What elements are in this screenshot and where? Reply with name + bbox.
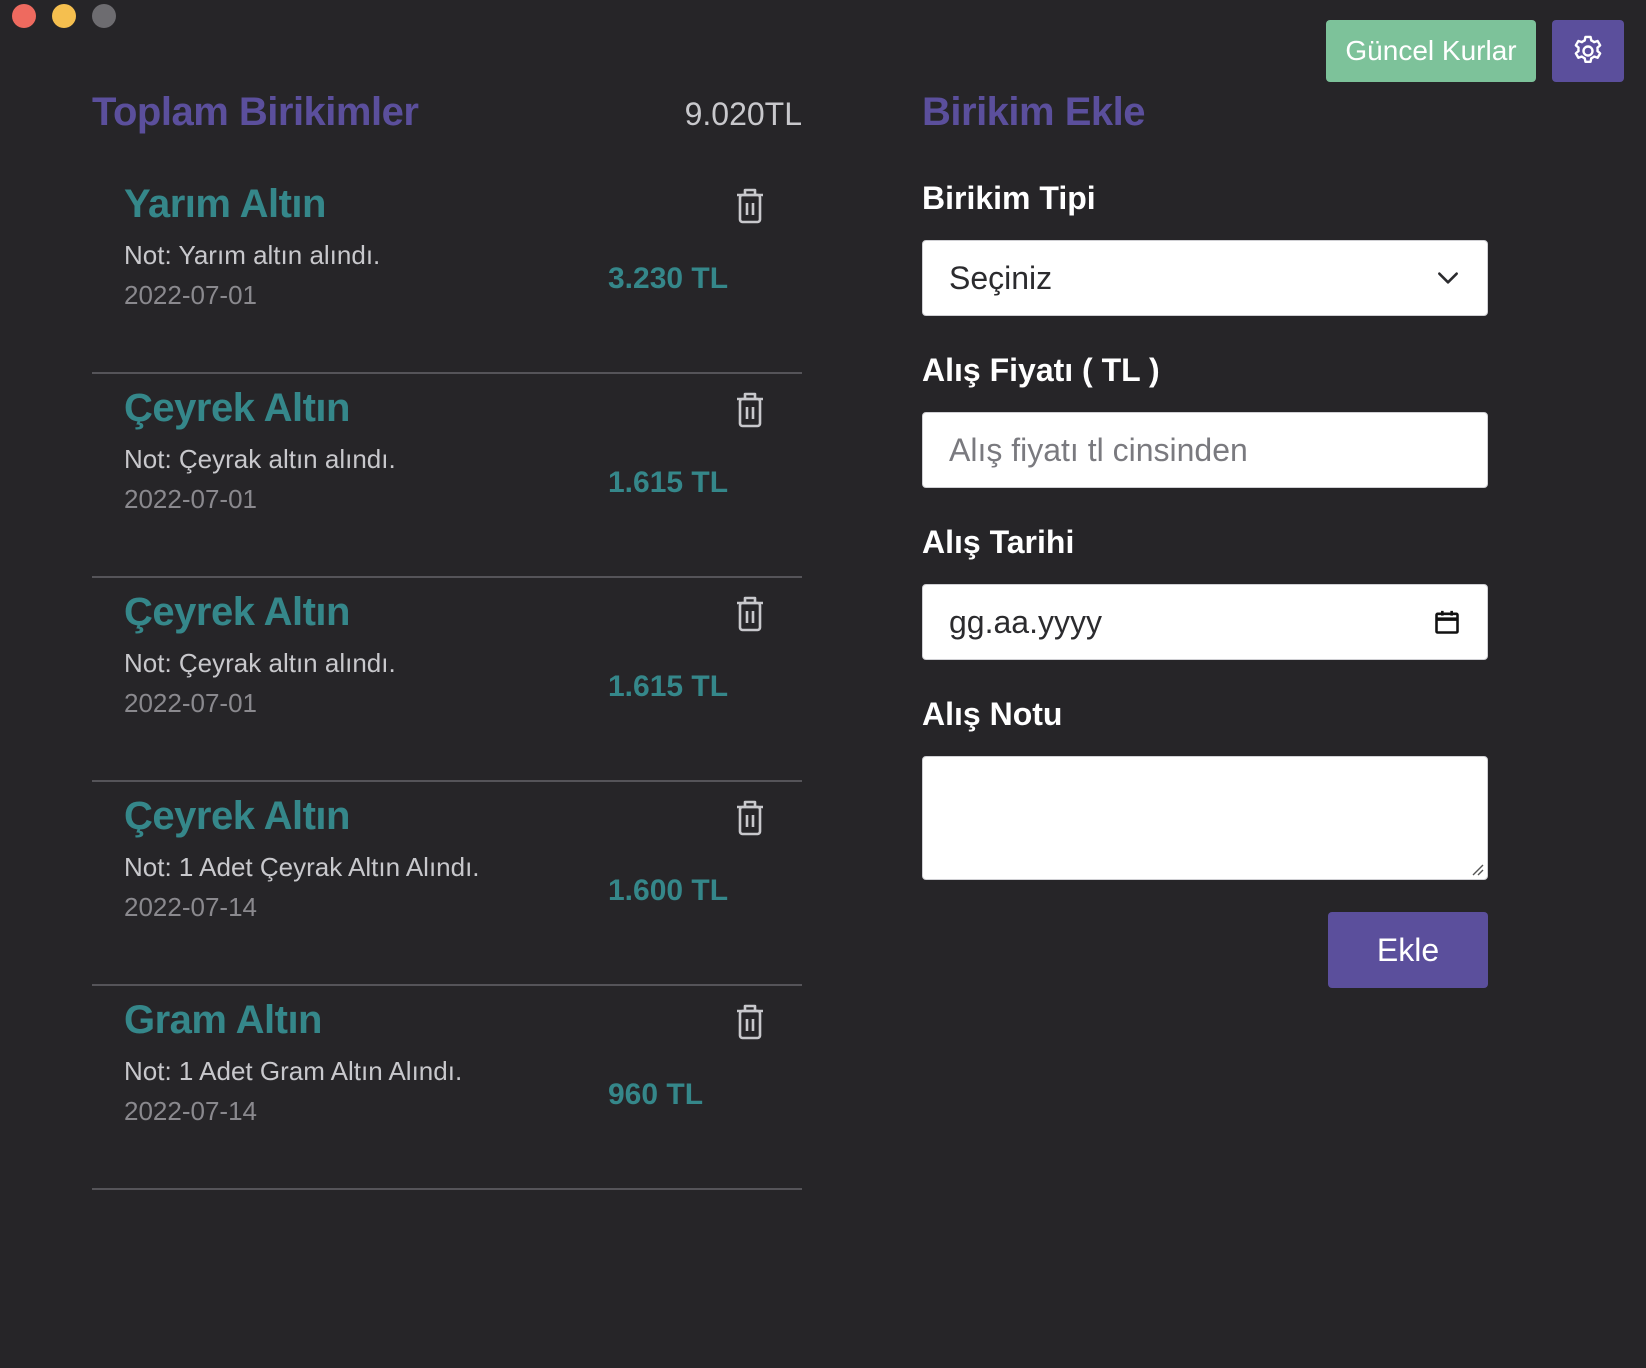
item-date: 2022-07-01 [124, 688, 257, 718]
list-item: Gram Altın Not: 1 Adet Gram Altın Alındı… [92, 986, 802, 1190]
calendar-icon[interactable] [1433, 608, 1461, 636]
resize-handle-icon[interactable] [1470, 862, 1484, 876]
savings-total: 9.020TL [684, 96, 802, 132]
chevron-down-icon [1438, 272, 1458, 284]
savings-title: Toplam Birikimler [92, 90, 419, 134]
current-rates-button[interactable]: Güncel Kurlar [1326, 20, 1536, 82]
date-input[interactable]: gg.aa.yyyy [922, 584, 1488, 660]
note-label: Alış Notu [922, 696, 1063, 732]
item-title: Çeyrek Altın [124, 794, 350, 838]
type-label: Birikim Tipi [922, 180, 1096, 216]
note-textarea[interactable] [922, 756, 1488, 880]
list-item: Çeyrek Altın Not: 1 Adet Çeyrak Altın Al… [92, 782, 802, 986]
price-label: Alış Fiyatı ( TL ) [922, 352, 1160, 388]
maximize-window-button[interactable] [92, 4, 116, 28]
app-window: Güncel Kurlar Toplam Birikimler 9.020TL … [0, 0, 1646, 1368]
delete-button[interactable] [732, 594, 768, 634]
item-amount: 1.600 TL [608, 874, 729, 907]
item-date: 2022-07-01 [124, 280, 257, 310]
trash-icon [737, 800, 763, 836]
trash-icon [737, 392, 763, 428]
type-select[interactable]: Seçiniz [922, 240, 1488, 316]
item-date: 2022-07-14 [124, 1096, 257, 1126]
form-title: Birikim Ekle [922, 90, 1146, 134]
item-amount: 960 TL [608, 1078, 704, 1111]
savings-list: Yarım Altın Not: Yarım altın alındı. 202… [92, 170, 802, 1190]
item-amount: 3.230 TL [608, 262, 729, 295]
item-date: 2022-07-01 [124, 484, 257, 514]
price-placeholder: Alış fiyatı tl cinsinden [949, 431, 1248, 468]
type-select-value: Seçiniz [949, 259, 1053, 296]
settings-button[interactable] [1552, 20, 1624, 82]
delete-button[interactable] [732, 390, 768, 430]
item-title: Gram Altın [124, 998, 323, 1042]
trash-icon [737, 188, 763, 224]
item-note: Not: Çeyrak altın alındı. [124, 648, 396, 678]
minimize-window-button[interactable] [52, 4, 76, 28]
close-window-button[interactable] [12, 4, 36, 28]
item-amount: 1.615 TL [608, 670, 729, 703]
item-amount: 1.615 TL [608, 466, 729, 499]
date-input-value: gg.aa.yyyy [949, 603, 1102, 640]
item-title: Çeyrek Altın [124, 590, 350, 634]
item-note: Not: 1 Adet Gram Altın Alındı. [124, 1056, 463, 1086]
item-title: Çeyrek Altın [124, 386, 350, 430]
list-item: Çeyrek Altın Not: Çeyrak altın alındı. 2… [92, 578, 802, 782]
list-item: Çeyrek Altın Not: Çeyrak altın alındı. 2… [92, 374, 802, 578]
list-item: Yarım Altın Not: Yarım altın alındı. 202… [92, 170, 802, 374]
add-button[interactable]: Ekle [1328, 912, 1488, 988]
date-label: Alış Tarihi [922, 524, 1075, 560]
window-controls [12, 4, 116, 28]
price-input[interactable]: Alış fiyatı tl cinsinden [922, 412, 1488, 488]
gear-icon [1574, 35, 1602, 63]
item-note: Not: 1 Adet Çeyrak Altın Alındı. [124, 852, 480, 882]
trash-icon [737, 1004, 763, 1040]
item-note: Not: Çeyrak altın alındı. [124, 444, 396, 474]
item-date: 2022-07-14 [124, 892, 257, 922]
trash-icon [737, 596, 763, 632]
delete-button[interactable] [732, 1002, 768, 1042]
item-note: Not: Yarım altın alındı. [124, 240, 381, 270]
delete-button[interactable] [732, 798, 768, 838]
item-title: Yarım Altın [124, 182, 326, 226]
delete-button[interactable] [732, 186, 768, 226]
